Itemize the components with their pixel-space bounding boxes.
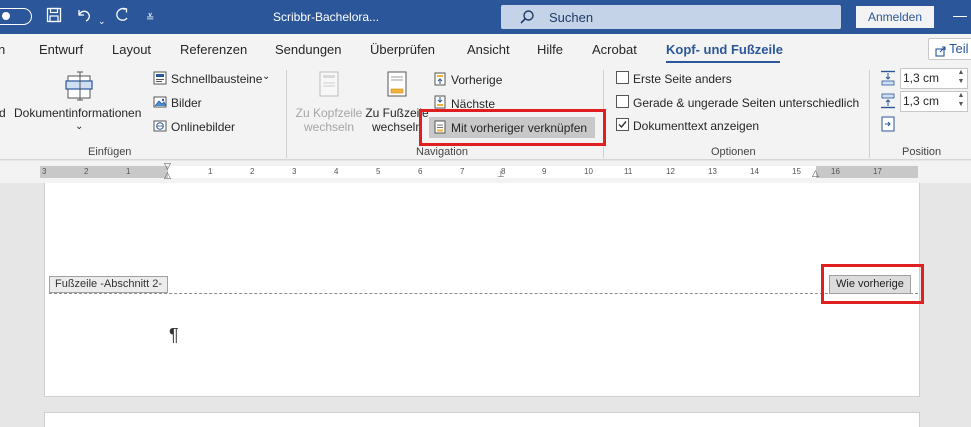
footer-section-label: Fußzeile -Abschnitt 2- xyxy=(49,276,168,293)
search-box[interactable]: Suchen xyxy=(501,5,841,29)
goto-footer-icon[interactable] xyxy=(386,70,408,98)
undo-icon[interactable] xyxy=(76,7,92,28)
ruler-bar xyxy=(40,166,918,178)
insert-alignment-tab-icon[interactable] xyxy=(880,116,896,132)
horizontal-ruler[interactable]: 3 2 1 1 2 3 4 5 6 7 8 9 10 11 12 13 14 1… xyxy=(0,161,971,183)
tab-acrobat[interactable]: Acrobat xyxy=(592,42,637,57)
ribbon-tabs: n Entwurf Layout Referenzen Sendungen Üb… xyxy=(0,34,971,64)
goto-header-button[interactable]: Zu Kopfzeile wechseln xyxy=(294,106,364,134)
different-first-page-label: Erste Seite anders xyxy=(633,72,732,86)
center-tab-stop-marker[interactable]: ⊥ xyxy=(497,169,505,180)
previous-icon xyxy=(433,72,447,86)
ruler-number: 1 xyxy=(208,167,213,176)
online-pictures-icon xyxy=(153,119,167,133)
document-info-icon[interactable] xyxy=(64,70,96,102)
show-document-text-checkbox[interactable] xyxy=(616,118,629,131)
group-label-navigation: Navigation xyxy=(416,146,468,158)
active-tab-indicator xyxy=(666,61,780,63)
ruler-number: 15 xyxy=(792,167,801,176)
tab-design[interactable]: Entwurf xyxy=(39,42,83,57)
ruler-number: 3 xyxy=(292,167,297,176)
ruler-number: 6 xyxy=(418,167,423,176)
document-page[interactable] xyxy=(44,183,920,397)
document-info-dropdown-icon[interactable]: ⌄ xyxy=(75,120,83,134)
checkmark-icon xyxy=(618,121,627,129)
title-bar: ⌄ ≚ Scribbr-Bachelora... Suchen Anmelden xyxy=(0,0,971,34)
goto-header-label-line1: Zu Kopfzeile xyxy=(295,106,363,120)
ruler-number: 2 xyxy=(84,167,89,176)
group-label-position: Position xyxy=(902,146,942,158)
cut-off-button-label: d xyxy=(0,106,6,120)
ruler-number: 5 xyxy=(376,167,381,176)
search-icon xyxy=(519,9,534,24)
ruler-number: 13 xyxy=(708,167,717,176)
paragraph-mark[interactable]: ¶ xyxy=(169,325,179,346)
odd-even-checkbox[interactable] xyxy=(616,95,629,108)
tab-references[interactable]: Referenzen xyxy=(180,42,247,57)
ruler-left-margin xyxy=(40,166,168,178)
goto-header-icon[interactable] xyxy=(318,70,340,98)
tab-view[interactable]: Ansicht xyxy=(467,42,510,57)
different-first-page-checkbox[interactable] xyxy=(616,71,629,84)
save-icon[interactable] xyxy=(46,7,62,28)
group-label-insert: Einfügen xyxy=(88,146,132,158)
goto-footer-label-line2: wechseln xyxy=(371,120,423,134)
ruler-number: 17 xyxy=(873,167,882,176)
redo-icon[interactable] xyxy=(114,7,130,28)
show-document-text-label: Dokumenttext anzeigen xyxy=(633,119,760,133)
pictures-button[interactable]: Bilder xyxy=(171,96,202,110)
pictures-icon xyxy=(153,95,167,109)
signin-button[interactable]: Anmelden xyxy=(856,6,934,28)
group-label-options: Optionen xyxy=(711,146,756,158)
group-separator xyxy=(869,70,870,158)
ruler-number: 16 xyxy=(831,167,840,176)
goto-header-label-line2: wechseln xyxy=(303,120,355,134)
footer-boundary-line xyxy=(49,293,918,294)
tab-review[interactable]: Überprüfen xyxy=(370,42,435,57)
header-from-top-spinner[interactable]: ▲ ▼ xyxy=(954,68,968,89)
ruler-number: 9 xyxy=(542,167,547,176)
minimize-icon[interactable] xyxy=(953,16,967,17)
odd-even-label: Gerade & ungerade Seiten unterschiedlich xyxy=(633,96,860,110)
customize-qat-icon[interactable]: ≚ xyxy=(146,10,154,28)
undo-dropdown-icon[interactable]: ⌄ xyxy=(98,12,106,30)
tab-header-footer[interactable]: Kopf- und Fußzeile xyxy=(666,42,783,57)
share-icon xyxy=(935,43,947,63)
tab-help[interactable]: Hilfe xyxy=(537,42,563,57)
right-indent-marker[interactable]: △ xyxy=(812,168,819,179)
online-pictures-button[interactable]: Onlinebilder xyxy=(171,120,235,134)
quick-parts-button[interactable]: Schnellbausteine xyxy=(171,72,262,86)
footer-position-icon xyxy=(880,93,896,109)
ruler-number: 14 xyxy=(750,167,759,176)
group-separator xyxy=(286,70,287,158)
ruler-number: 3 xyxy=(42,167,47,176)
ruler-number: 4 xyxy=(334,167,339,176)
tab-start[interactable]: n xyxy=(0,42,5,57)
ruler-number: 1 xyxy=(126,167,131,176)
next-document-page[interactable] xyxy=(44,412,920,427)
annotation-highlight-link-button xyxy=(419,109,606,146)
autosave-toggle[interactable] xyxy=(0,8,32,25)
previous-button[interactable]: Vorherige xyxy=(451,73,502,87)
ruler-number: 10 xyxy=(584,167,593,176)
share-button[interactable]: Teil xyxy=(928,38,971,60)
document-title: Scribbr-Bachelora... xyxy=(273,10,380,24)
tab-mailings[interactable]: Sendungen xyxy=(275,42,342,57)
document-info-button[interactable]: Dokumentinformationen xyxy=(14,106,141,120)
annotation-highlight-same-as-previous xyxy=(821,264,924,304)
ruler-number: 2 xyxy=(250,167,255,176)
quick-parts-icon xyxy=(153,71,167,85)
quick-parts-dropdown-icon[interactable]: ⌄ xyxy=(262,70,270,84)
header-position-icon xyxy=(880,70,896,86)
share-label: Teil xyxy=(949,41,969,56)
ruler-number: 12 xyxy=(666,167,675,176)
ruler-number: 7 xyxy=(460,167,465,176)
footer-from-bottom-spinner[interactable]: ▲ ▼ xyxy=(954,91,968,112)
hanging-indent-marker[interactable]: △ xyxy=(164,170,171,181)
next-icon xyxy=(433,95,447,109)
tab-layout[interactable]: Layout xyxy=(112,42,151,57)
ruler-number: 11 xyxy=(624,167,633,176)
search-label: Suchen xyxy=(549,10,594,25)
